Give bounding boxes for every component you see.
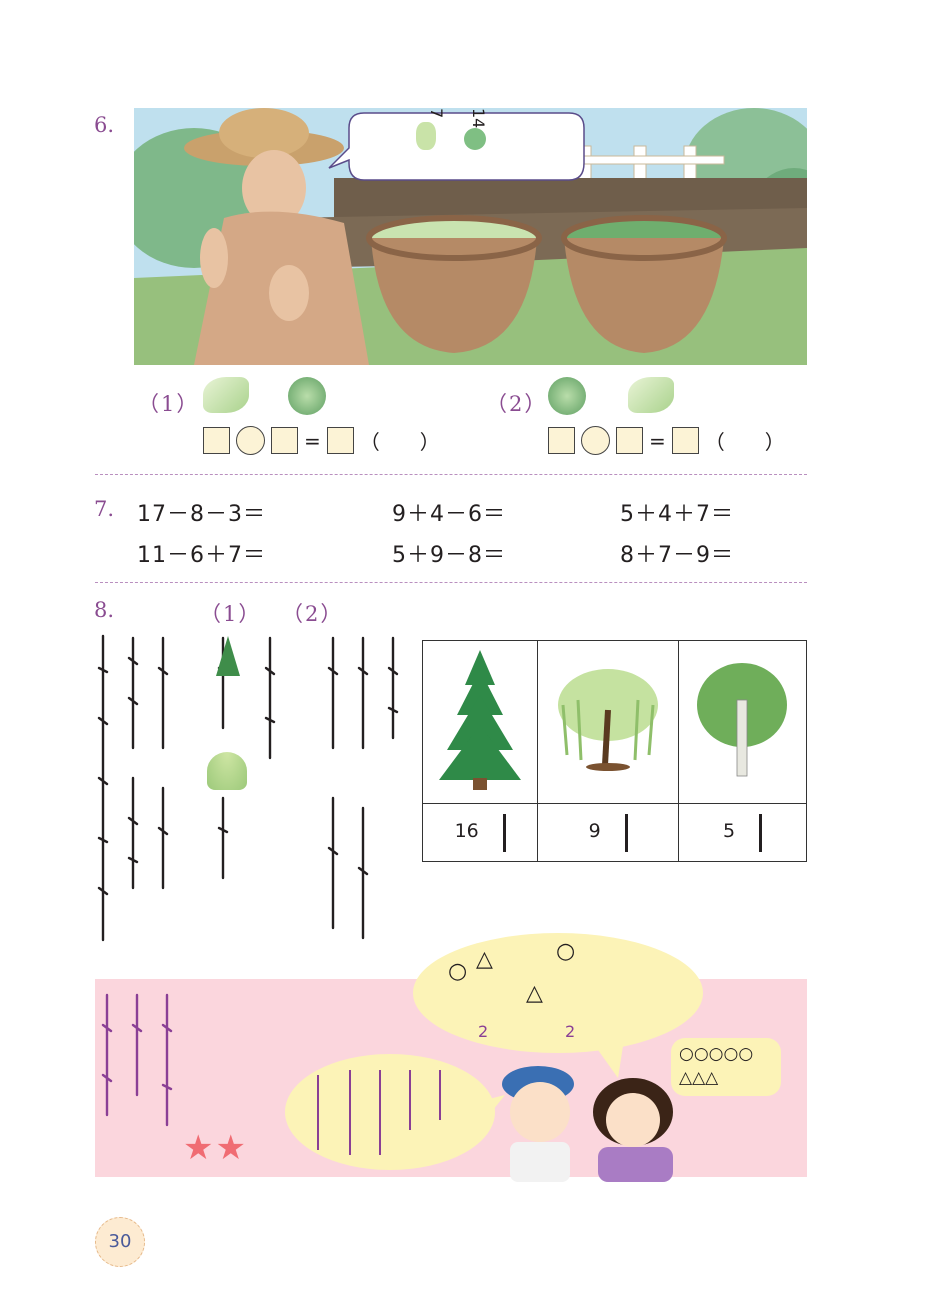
- willow-tree-icon: [207, 752, 247, 790]
- answer-box[interactable]: [548, 427, 575, 454]
- question-7-number: 7.: [94, 497, 115, 521]
- equals-sign: =: [304, 428, 321, 453]
- question-6-number: 6.: [94, 113, 115, 137]
- answer-box[interactable]: [616, 427, 643, 454]
- operator-circle[interactable]: [581, 426, 610, 455]
- operator-circle[interactable]: [236, 426, 265, 455]
- willow-count: 9: [588, 820, 601, 842]
- star-rating: ★★: [183, 1128, 248, 1168]
- svg-text:○: ○: [448, 959, 467, 984]
- unit-paren[interactable]: （ ）: [705, 426, 785, 455]
- willow-tree-icon: [558, 669, 659, 771]
- pine-tree-icon: [216, 636, 240, 676]
- answer-box[interactable]: [203, 427, 230, 454]
- question-8-number: 8.: [94, 598, 115, 622]
- pine-count: 16: [454, 820, 479, 842]
- answer-box[interactable]: [326, 427, 354, 454]
- tree-count-table: 16 9 5: [421, 640, 808, 862]
- pine-tree-cell: [421, 640, 539, 804]
- svg-text:△: △: [476, 947, 493, 972]
- section-divider: [95, 582, 807, 583]
- cabbage-icon: [548, 377, 586, 415]
- speech-bubble-bottom: [285, 1054, 505, 1170]
- bubble-number-1: 2: [478, 1022, 489, 1041]
- equation-6: 8＋7－9＝: [620, 543, 734, 568]
- cabbage-icon: [288, 377, 326, 415]
- speech-number-7: 7: [427, 108, 446, 119]
- svg-text:△: △: [526, 981, 543, 1006]
- equation-3: 5＋4＋7＝: [620, 502, 734, 527]
- svg-text:○: ○: [556, 939, 575, 964]
- section-divider: [95, 474, 807, 475]
- mongolian-script-text: [101, 993, 173, 1127]
- equation-4: 11－6＋7＝: [137, 543, 266, 568]
- chinese-cabbage-icon: [416, 122, 436, 150]
- willow-count-cell: 9: [537, 803, 679, 862]
- farm-illustration: 7 14: [134, 108, 807, 365]
- page-number: 30: [108, 1231, 132, 1252]
- mongolian-script-text: [97, 634, 399, 942]
- unit-paren[interactable]: （ ）: [360, 426, 440, 455]
- q6-part2-answer-row: = （ ）: [548, 426, 785, 455]
- equation-5: 5＋9－8＝: [392, 543, 506, 568]
- equation-2: 9＋4－6＝: [392, 502, 506, 527]
- equation-1: 17－8－3＝: [137, 502, 266, 527]
- cabbage-icon: [464, 128, 486, 150]
- willow-tree-cell: [537, 640, 679, 804]
- bubble-number-2: 2: [565, 1022, 576, 1041]
- chinese-cabbage-icon: [628, 377, 674, 413]
- q8-part1-label: （1）: [200, 602, 262, 626]
- q6-part1-label: （1）: [138, 392, 200, 416]
- q6-part1-answer-row: = （ ）: [203, 426, 440, 455]
- q8-part2-label: （2）: [282, 602, 344, 626]
- pine-count-cell: 16: [421, 803, 539, 862]
- equals-sign: =: [649, 428, 666, 453]
- pine-tree-icon: [439, 650, 522, 790]
- children-illustration: [502, 1066, 673, 1182]
- answer-box[interactable]: [671, 427, 699, 454]
- q6-part2-label: （2）: [486, 392, 548, 416]
- shapes-circles: ○○○○○: [679, 1044, 754, 1064]
- birch-count: 5: [722, 820, 736, 842]
- birch-tree-cell: [677, 640, 808, 804]
- birch-tree-icon: [697, 663, 788, 777]
- birch-count-cell: 5: [677, 803, 808, 862]
- answer-box[interactable]: [271, 427, 298, 454]
- speech-number-14: 14: [469, 108, 488, 129]
- chinese-cabbage-icon: [203, 377, 249, 413]
- page-number-badge: 30: [95, 1217, 145, 1267]
